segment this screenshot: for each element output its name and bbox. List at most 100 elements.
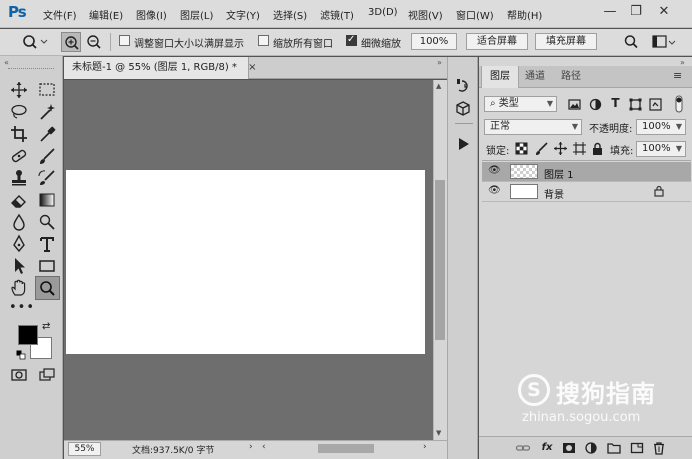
- zoom-level-field[interactable]: 55%: [68, 442, 101, 456]
- info-arrow-icon[interactable]: ›: [249, 442, 253, 452]
- properties-panel-button[interactable]: [453, 99, 473, 119]
- link-layers-button[interactable]: [515, 441, 531, 455]
- default-colors-icon[interactable]: [16, 350, 26, 360]
- path-selection-tool[interactable]: [9, 256, 29, 276]
- menu-image[interactable]: 图像(I): [136, 7, 167, 22]
- eraser-tool[interactable]: [9, 190, 29, 210]
- layer-style-button[interactable]: fx: [539, 441, 555, 455]
- foreground-color-swatch[interactable]: [18, 325, 38, 345]
- zoom-all-windows-checkbox[interactable]: [258, 35, 269, 46]
- document-info[interactable]: 文档:937.5K/0 字节: [132, 443, 214, 456]
- zoom-tool[interactable]: [35, 276, 60, 300]
- layer-name[interactable]: 背景: [544, 186, 564, 201]
- minimize-button[interactable]: —: [598, 2, 622, 24]
- panel-menu-icon[interactable]: ≡: [673, 69, 682, 82]
- visibility-eye-icon[interactable]: 👁: [488, 185, 501, 196]
- background-lock-icon[interactable]: [654, 185, 664, 200]
- menu-edit[interactable]: 编辑(E): [89, 7, 123, 22]
- screen-mode-button[interactable]: [37, 365, 57, 385]
- menu-help[interactable]: 帮助(H): [507, 7, 542, 22]
- lock-artboards-button[interactable]: [572, 141, 587, 156]
- filter-smart-objects-button[interactable]: [648, 97, 663, 112]
- quick-selection-tool[interactable]: [37, 102, 57, 122]
- zoom-100-button[interactable]: 100%: [411, 33, 457, 50]
- menu-file[interactable]: 文件(F): [43, 7, 77, 22]
- filter-toggle-switch[interactable]: [675, 95, 683, 113]
- zoom-in-button[interactable]: [61, 32, 81, 52]
- document-tab[interactable]: 未标题-1 @ 55% (图层 1, RGB/8) * ×: [64, 57, 256, 79]
- fill-input[interactable]: 100% ▼: [636, 141, 686, 157]
- panel-collapse-icon[interactable]: »: [437, 58, 442, 67]
- move-tool[interactable]: [9, 80, 29, 100]
- workspace-switcher[interactable]: [651, 33, 677, 51]
- visibility-eye-icon[interactable]: 👁: [488, 165, 501, 176]
- eyedropper-tool[interactable]: [37, 124, 57, 144]
- scroll-left-arrow-icon[interactable]: ‹: [262, 442, 266, 452]
- delete-layer-button[interactable]: [651, 441, 667, 455]
- menu-layer[interactable]: 图层(L): [180, 7, 213, 22]
- blend-mode-select[interactable]: 正常 ▼: [484, 119, 582, 135]
- lock-all-button[interactable]: [590, 141, 605, 156]
- scrubby-zoom-checkbox[interactable]: [346, 34, 357, 46]
- healing-brush-tool[interactable]: [9, 146, 29, 166]
- tool-preset-picker[interactable]: [20, 33, 48, 51]
- lock-image-pixels-button[interactable]: [534, 141, 549, 156]
- menu-view[interactable]: 视图(V): [408, 7, 443, 22]
- document-canvas[interactable]: [66, 170, 425, 354]
- tab-layers[interactable]: 图层: [481, 66, 519, 88]
- scroll-up-arrow-icon[interactable]: ▲: [436, 82, 441, 90]
- menu-window[interactable]: 窗口(W): [456, 7, 494, 22]
- rectangle-tool[interactable]: [37, 256, 57, 276]
- clone-stamp-tool[interactable]: [9, 168, 29, 188]
- restore-button[interactable]: ❐: [624, 2, 648, 24]
- menu-type[interactable]: 文字(Y): [226, 7, 260, 22]
- layer-row[interactable]: 👁 背景: [482, 182, 691, 202]
- hand-tool[interactable]: [9, 278, 29, 298]
- scroll-right-arrow-icon[interactable]: ›: [423, 442, 427, 452]
- layer-name[interactable]: 图层 1: [544, 166, 574, 181]
- menu-3d[interactable]: 3D(D): [368, 7, 398, 18]
- filter-type-layers-button[interactable]: T: [608, 96, 623, 111]
- new-adjustment-layer-button[interactable]: [583, 441, 599, 455]
- close-window-button[interactable]: ✕: [652, 2, 676, 24]
- blur-tool[interactable]: [9, 212, 29, 232]
- gradient-tool[interactable]: [37, 190, 57, 210]
- tab-channels[interactable]: 通道: [517, 66, 553, 88]
- history-brush-tool[interactable]: [37, 168, 57, 188]
- zoom-out-button[interactable]: [84, 32, 104, 52]
- opacity-input[interactable]: 100% ▼: [636, 119, 686, 135]
- scroll-down-arrow-icon[interactable]: ▼: [436, 429, 441, 437]
- filter-kind-select[interactable]: ⌕ 类型 ▼: [484, 96, 557, 112]
- lock-transparent-pixels-button[interactable]: [514, 141, 529, 156]
- quick-mask-button[interactable]: [9, 365, 29, 385]
- type-tool[interactable]: [37, 234, 57, 254]
- menu-filter[interactable]: 滤镜(T): [320, 7, 354, 22]
- close-tab-icon[interactable]: ×: [248, 62, 256, 73]
- fill-screen-button[interactable]: 填充屏幕: [535, 33, 597, 50]
- filter-pixel-layers-button[interactable]: [567, 97, 582, 112]
- tab-paths[interactable]: 路径: [553, 66, 589, 88]
- dodge-tool[interactable]: [37, 212, 57, 232]
- horizontal-scroll-thumb[interactable]: [318, 444, 374, 453]
- marquee-tool[interactable]: [37, 80, 57, 100]
- fit-screen-button[interactable]: 适合屏幕: [466, 33, 528, 50]
- brush-tool[interactable]: [37, 146, 57, 166]
- filter-shape-layers-button[interactable]: [628, 97, 643, 112]
- filter-adjustment-layers-button[interactable]: [588, 97, 603, 112]
- search-button[interactable]: [622, 33, 640, 51]
- vertical-scroll-thumb[interactable]: [435, 180, 445, 340]
- menu-select[interactable]: 选择(S): [273, 7, 307, 22]
- new-group-button[interactable]: [606, 441, 622, 455]
- edit-toolbar-button[interactable]: •••: [9, 298, 34, 318]
- swap-colors-icon[interactable]: ⇄: [42, 321, 50, 332]
- actions-panel-button[interactable]: [453, 134, 473, 154]
- toolbar-collapse-icon[interactable]: «: [4, 58, 9, 67]
- pen-tool[interactable]: [9, 234, 29, 254]
- resize-windows-checkbox[interactable]: [119, 35, 130, 46]
- new-layer-button[interactable]: [629, 441, 645, 455]
- layer-row[interactable]: 👁 图层 1: [482, 162, 691, 182]
- crop-tool[interactable]: [9, 124, 29, 144]
- add-mask-button[interactable]: [561, 441, 577, 455]
- lasso-tool[interactable]: [9, 102, 29, 122]
- lock-position-button[interactable]: [553, 141, 568, 156]
